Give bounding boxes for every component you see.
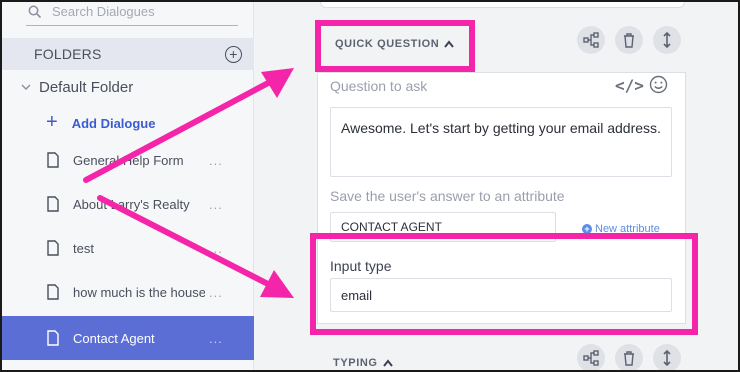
dialogue-label: About Larry's Realty [73, 196, 190, 212]
delete-button[interactable] [615, 26, 643, 54]
trash-icon [624, 33, 634, 48]
search-bar[interactable]: Search Dialogues [26, 2, 238, 26]
typing-header[interactable]: TYPING [333, 357, 393, 369]
folders-header: FOLDERS + [2, 38, 254, 70]
chevron-down-icon[interactable] [20, 81, 32, 93]
previous-card [320, 2, 685, 8]
move-vertical-icon [663, 350, 671, 366]
dialogue-item[interactable]: General Help Form ... [2, 138, 254, 182]
dialogue-label: test [73, 240, 94, 256]
folder-default[interactable]: Default Folder [20, 75, 133, 99]
sidebar: Search Dialogues FOLDERS + Default Folde… [2, 2, 254, 370]
branch-icon [583, 350, 599, 366]
add-dialogue-button[interactable]: + Add Dialogue [46, 110, 156, 134]
more-options-icon[interactable]: ... [209, 153, 223, 168]
add-dialogue-label: Add Dialogue [71, 115, 156, 131]
question-label: Question to ask [330, 78, 428, 94]
smiley-icon[interactable] [649, 75, 668, 94]
highlight-box-input-type [310, 233, 698, 335]
search-icon [28, 5, 42, 18]
code-icon[interactable]: </> [615, 76, 644, 95]
save-attribute-label: Save the user's answer to an attribute [330, 188, 565, 204]
dialogue-item[interactable]: how much is the house ... [2, 270, 254, 314]
screenshot-frame: Search Dialogues FOLDERS + Default Folde… [0, 0, 740, 372]
dialogue-label: General Help Form [73, 152, 184, 168]
dialogue-item-active[interactable]: Contact Agent ... [2, 316, 254, 360]
highlight-box-quick-question [315, 20, 475, 72]
delete-button[interactable] [615, 344, 643, 370]
document-icon [47, 152, 59, 168]
caret-up-icon[interactable] [382, 359, 393, 367]
more-options-icon[interactable]: ... [209, 241, 223, 256]
branch-button[interactable] [577, 344, 605, 370]
branch-button[interactable] [577, 26, 605, 54]
trash-icon [624, 351, 634, 366]
plus-icon: + [46, 110, 58, 133]
dialogue-label: Contact Agent [73, 330, 155, 346]
question-textarea[interactable]: Awesome. Let's start by getting your ema… [330, 107, 672, 177]
search-input[interactable]: Search Dialogues [52, 4, 155, 19]
typing-title: TYPING [333, 357, 378, 369]
move-button[interactable] [653, 344, 681, 370]
add-folder-icon[interactable]: + [225, 45, 242, 63]
more-options-icon[interactable]: ... [209, 197, 223, 212]
move-button[interactable] [653, 26, 681, 54]
document-icon [47, 330, 59, 346]
document-icon [47, 240, 59, 256]
more-options-icon[interactable]: ... [209, 285, 223, 300]
document-icon [47, 196, 59, 212]
folder-name: Default Folder [39, 78, 134, 96]
move-vertical-icon [663, 32, 671, 48]
branch-icon [583, 32, 599, 48]
more-options-icon[interactable]: ... [209, 331, 223, 346]
dialogue-item[interactable]: About Larry's Realty ... [2, 182, 254, 226]
dialogue-item[interactable]: test ... [2, 226, 254, 270]
document-icon [47, 284, 59, 300]
dialogue-label: how much is the house [73, 284, 205, 300]
folders-title: FOLDERS [34, 46, 102, 62]
